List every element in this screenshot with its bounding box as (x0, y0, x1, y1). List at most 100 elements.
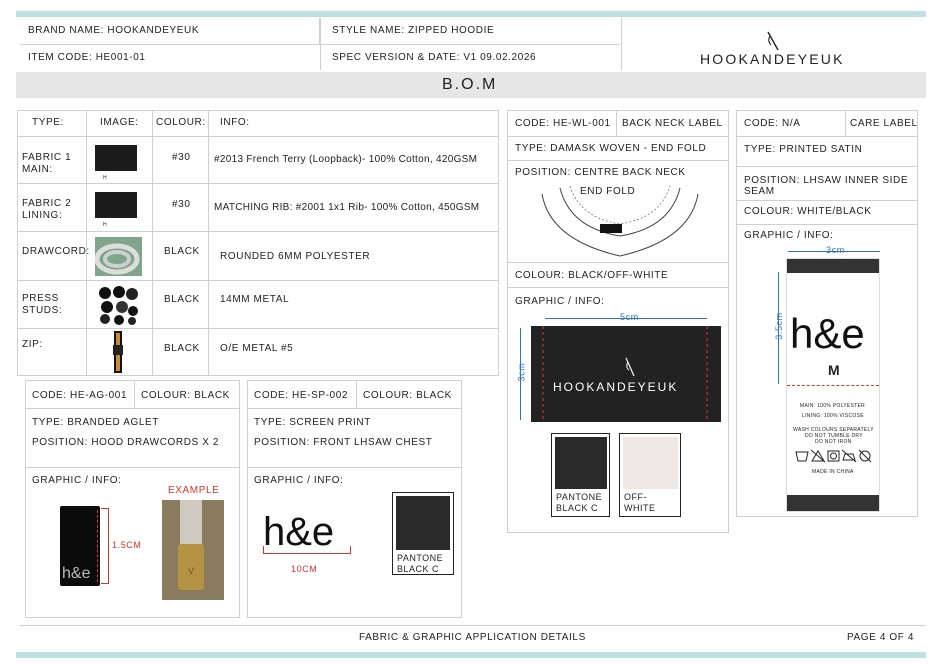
page-number: PAGE 4 OF 4 (847, 632, 914, 643)
woven-name: BACK NECK LABEL (622, 118, 723, 129)
bom-type: FABRIC 2 LINING: (22, 198, 72, 221)
aglet-type: TYPE: BRANDED AGLET (32, 417, 159, 428)
rib-swatch-image (95, 192, 137, 218)
care-lining: LINING: 100% VISCOSE (802, 413, 864, 419)
footer-title: FABRIC & GRAPHIC APPLICATION DETAILS (359, 632, 586, 643)
bom-header-info: INFO: (220, 117, 250, 128)
bom-type: FABRIC 1 MAIN: (22, 152, 72, 175)
bom-table (17, 110, 499, 376)
bom-header-type: TYPE: (32, 117, 64, 128)
aglet-code: CODE: HE-AG-001 (32, 390, 128, 401)
bom-colour: #30 (172, 199, 191, 210)
bom-row-line (17, 328, 499, 329)
fabric-swatch-image (95, 145, 137, 171)
section-title: B.O.M (442, 76, 498, 93)
drawcord-image (94, 237, 142, 276)
bom-colour: BLACK (164, 343, 200, 354)
print-colour: COLOUR: BLACK (363, 390, 452, 401)
care-graphic-label: GRAPHIC / INFO: (744, 230, 834, 241)
brand-name: BRAND NAME: HOOKANDEYEUK (28, 25, 200, 36)
bom-type: DRAWCORD: (22, 246, 90, 257)
care-label-graphic: h&e M MAIN: 100% POLYESTER LINING: 100% … (786, 258, 880, 512)
top-accent-bar (16, 11, 926, 17)
care-wash3: DO NOT IRON (815, 439, 852, 445)
woven-swatch-black: PANTONE BLACK C (551, 433, 610, 517)
header-vline-1 (320, 18, 321, 70)
aglet-example-photo: V (162, 500, 224, 600)
bom-col-line (208, 110, 209, 376)
pantone-black-chip (555, 437, 607, 489)
bom-info: 14MM METAL (220, 294, 290, 305)
care-type: TYPE: PRINTED SATIN (744, 144, 863, 155)
woven-swatch-label: PANTONE BLACK C (556, 492, 603, 513)
care-main: MAIN: 100% POLYESTER (800, 403, 866, 409)
aglet-hline (25, 408, 240, 409)
woven-logo-text: HOOKANDEYEUK (553, 380, 679, 394)
care-position: POSITION: LHSAW INNER SIDE SEAM (744, 175, 909, 197)
fabric-swatch-note: H (103, 175, 108, 181)
woven-swatch-label: OFF- WHITE (624, 492, 656, 513)
header-brand: BRAND NAME: HOOKANDEYEUK (20, 18, 320, 44)
bom-col-line (86, 110, 87, 376)
woven-colour: COLOUR: BLACK/OFF-WHITE (515, 270, 669, 281)
rib-swatch-note: H (103, 222, 108, 228)
offwhite-chip (623, 437, 678, 489)
care-hline (736, 166, 918, 167)
print-graphic-label: GRAPHIC / INFO: (254, 475, 344, 486)
woven-code: CODE: HE-WL-001 (515, 118, 611, 129)
bom-col-line (152, 110, 153, 376)
print-dim-line (263, 546, 351, 554)
woven-label-graphic: HOOKANDEYEUK (531, 326, 721, 422)
print-code: CODE: HE-SP-002 (254, 390, 349, 401)
aglet-hline (25, 467, 240, 468)
care-size: M (828, 362, 841, 378)
care-symbols-icon (795, 449, 872, 463)
aglet-mark: h&e (62, 565, 91, 582)
woven-h: 3cm (516, 362, 527, 382)
woven-hline (507, 136, 729, 137)
woven-graphic-label: GRAPHIC / INFO: (515, 296, 605, 307)
zip-image (110, 331, 126, 373)
print-hline (247, 467, 462, 468)
bottom-accent-bar (16, 652, 926, 658)
care-h: 3.5cm (773, 312, 784, 340)
bom-info: MATCHING RIB: #2001 1x1 Rib- 100% Cotton… (214, 202, 480, 213)
bom-colour: BLACK (164, 294, 200, 305)
woven-swatch-offwhite: OFF- WHITE (619, 433, 681, 517)
footer-line (20, 625, 926, 626)
print-vline (356, 380, 357, 408)
woven-position: POSITION: CENTRE BACK NECK (515, 167, 686, 178)
bom-row-line (17, 136, 499, 137)
bom-row-line (17, 231, 499, 232)
print-hline (247, 408, 462, 409)
spec-version: SPEC VERSION & DATE: V1 09.02.2026 (332, 52, 537, 63)
care-code: CODE: N/A (744, 118, 801, 129)
care-hline (736, 136, 918, 137)
aglet-graphic: h&e (60, 506, 100, 586)
print-pantone-swatch: PANTONE BLACK C (392, 492, 454, 575)
care-name: CARE LABEL (850, 118, 918, 129)
bom-colour: BLACK (164, 246, 200, 257)
bom-type: PRESS STUDS: (22, 293, 63, 316)
care-mark: h&e (790, 310, 865, 357)
woven-w: 5cm (620, 312, 639, 322)
bom-row-line (17, 280, 499, 281)
bom-header-image: IMAGE: (100, 117, 139, 128)
aglet-dim-line (101, 508, 109, 584)
logo-text: HOOKANDEYEUK (700, 51, 845, 67)
woven-end-fold: END FOLD (580, 186, 636, 197)
aglet-graphic-label: GRAPHIC / INFO: (32, 475, 122, 486)
woven-hline (507, 262, 729, 263)
care-hline (736, 200, 918, 201)
press-studs-image (97, 285, 139, 325)
pantone-black-chip (396, 496, 450, 550)
bom-info: ROUNDED 6MM POLYESTER (220, 251, 371, 262)
woven-hline (507, 287, 729, 288)
bom-header-colour: COLOUR: (156, 117, 206, 128)
needle-icon (542, 326, 708, 422)
aglet-position: POSITION: HOOD DRAWCORDS X 2 (32, 437, 219, 448)
bom-colour: #30 (172, 152, 191, 163)
care-made: MADE IN CHINA (812, 469, 854, 475)
item-code: ITEM CODE: HE001-01 (28, 52, 146, 63)
aglet-colour: COLOUR: BLACK (141, 390, 230, 401)
